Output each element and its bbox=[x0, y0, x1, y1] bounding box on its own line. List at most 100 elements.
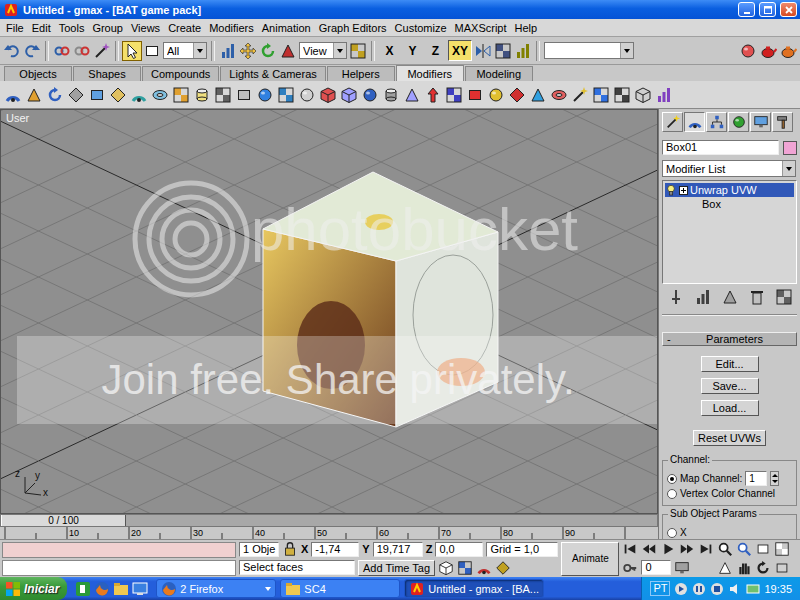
app-shortcut-icon[interactable] bbox=[75, 581, 91, 597]
edit-mesh-icon[interactable] bbox=[340, 86, 358, 104]
stack-item[interactable]: Unwrap UVW bbox=[665, 183, 794, 197]
bind-space-warp-icon[interactable] bbox=[93, 42, 111, 60]
listener-input[interactable] bbox=[2, 560, 236, 576]
tab[interactable]: Objects bbox=[4, 66, 72, 81]
bend-icon[interactable] bbox=[4, 86, 22, 104]
create-tab[interactable] bbox=[662, 112, 683, 132]
crossing-selection-icon[interactable] bbox=[438, 560, 454, 576]
tessellate-icon[interactable] bbox=[403, 86, 421, 104]
named-selection-sets-arrow[interactable] bbox=[620, 43, 633, 58]
snap-toggle-icon[interactable] bbox=[457, 560, 473, 576]
modifier-list[interactable]: Modifier List bbox=[662, 160, 796, 177]
remove-modifier-icon[interactable] bbox=[748, 288, 766, 306]
undo-icon[interactable] bbox=[3, 42, 21, 60]
radio-button[interactable] bbox=[667, 489, 677, 499]
twist-icon[interactable] bbox=[46, 86, 64, 104]
edit-patch-icon[interactable] bbox=[445, 86, 463, 104]
time-slider-track[interactable]: 0 / 100 bbox=[0, 514, 658, 527]
mesh-smooth-icon[interactable] bbox=[634, 86, 652, 104]
menu-item[interactable]: Graph Editors bbox=[315, 22, 391, 34]
menu-item[interactable]: Customize bbox=[391, 22, 451, 34]
vertex-paint-icon[interactable] bbox=[571, 86, 589, 104]
animate-button[interactable]: Animate bbox=[561, 542, 619, 576]
unlink-icon[interactable] bbox=[73, 42, 91, 60]
reference-coordinate-system[interactable]: View bbox=[299, 42, 347, 59]
viewport-label[interactable]: User bbox=[6, 112, 29, 124]
radio-option[interactable]: X bbox=[667, 525, 792, 539]
coordinate-field[interactable]: -1,74 bbox=[311, 542, 359, 557]
language-indicator[interactable]: PT bbox=[650, 581, 670, 596]
named-selection-sets[interactable] bbox=[544, 42, 634, 59]
coordinate-field[interactable]: 0,0 bbox=[435, 542, 483, 557]
user-viewport[interactable]: UseryxzphotobucketJoin free. Share priva… bbox=[0, 109, 658, 514]
smooth-icon[interactable] bbox=[298, 86, 316, 104]
select-and-link-icon[interactable] bbox=[53, 42, 71, 60]
select-and-move-icon[interactable] bbox=[239, 42, 257, 60]
menu-item[interactable]: File bbox=[2, 22, 28, 34]
uvw-xform-icon[interactable] bbox=[592, 86, 610, 104]
utilities-tab[interactable] bbox=[772, 112, 793, 132]
melt-icon[interactable] bbox=[193, 86, 211, 104]
menu-item[interactable]: Edit bbox=[28, 22, 55, 34]
region-select-icon[interactable] bbox=[143, 42, 161, 60]
noise-icon[interactable] bbox=[67, 86, 85, 104]
angle-snap-icon[interactable] bbox=[476, 560, 492, 576]
current-frame-field[interactable]: 0 bbox=[641, 560, 671, 575]
wave-icon[interactable] bbox=[130, 86, 148, 104]
start-button[interactable]: Iniciar bbox=[0, 577, 67, 600]
rollout-toggle[interactable]: - bbox=[667, 333, 677, 345]
go-to-end-icon[interactable] bbox=[698, 541, 714, 557]
zoom-all-icon[interactable] bbox=[736, 541, 752, 557]
rollout-button[interactable]: Reset UVWs bbox=[693, 430, 766, 446]
tab[interactable]: Helpers bbox=[327, 66, 395, 81]
render-icon[interactable] bbox=[759, 42, 777, 60]
rollout-button[interactable]: Load... bbox=[701, 400, 759, 416]
expand-toggle[interactable] bbox=[679, 186, 688, 195]
map-channel-spinner[interactable] bbox=[770, 471, 779, 486]
material-icon[interactable] bbox=[487, 86, 505, 104]
folder-icon[interactable] bbox=[113, 581, 129, 597]
listener-output[interactable] bbox=[2, 542, 236, 558]
spinner-down[interactable] bbox=[771, 479, 778, 486]
selection-lock-icon[interactable] bbox=[282, 541, 298, 557]
media-stop-icon[interactable] bbox=[710, 582, 724, 596]
cylindrical-map-icon[interactable] bbox=[382, 86, 400, 104]
menu-item[interactable]: Animation bbox=[258, 22, 315, 34]
skew-icon[interactable] bbox=[109, 86, 127, 104]
taskbar-button[interactable]: Untitled - gmax - [BA... bbox=[404, 579, 544, 598]
radio-option[interactable]: Map Channel:1 bbox=[667, 471, 792, 486]
utilities-icon[interactable] bbox=[775, 114, 791, 130]
material-editor-icon[interactable] bbox=[739, 42, 757, 60]
parameters-rollout-header[interactable]: -Parameters bbox=[662, 332, 797, 346]
tab[interactable]: Compounds bbox=[142, 66, 219, 81]
next-frame-icon[interactable] bbox=[679, 541, 695, 557]
hierarchy-icon[interactable] bbox=[709, 114, 725, 130]
modify-icon[interactable] bbox=[687, 114, 703, 130]
array-icon[interactable] bbox=[494, 42, 512, 60]
menu-item[interactable]: MAXScript bbox=[451, 22, 511, 34]
minimize-button[interactable] bbox=[738, 2, 755, 17]
time-slider-thumb[interactable]: 0 / 100 bbox=[1, 515, 126, 526]
lattice-icon[interactable] bbox=[172, 86, 190, 104]
rollout-button[interactable]: Save... bbox=[701, 378, 759, 394]
motion-icon[interactable] bbox=[731, 114, 747, 130]
play-icon[interactable] bbox=[660, 541, 676, 557]
redo-icon[interactable] bbox=[23, 42, 41, 60]
taskbar-button[interactable]: 2 Firefox bbox=[156, 579, 276, 598]
rollout-button[interactable]: Edit... bbox=[701, 356, 759, 372]
menu-item[interactable]: Modifiers bbox=[205, 22, 258, 34]
media-pause-icon[interactable] bbox=[692, 582, 706, 596]
pin-stack-icon[interactable] bbox=[667, 288, 685, 306]
configure-modifier-sets-icon[interactable] bbox=[775, 288, 793, 306]
create-icon[interactable] bbox=[665, 114, 681, 130]
select-and-scale-icon[interactable] bbox=[279, 42, 297, 60]
menu-item[interactable]: Tools bbox=[55, 22, 89, 34]
radio-option[interactable]: Vertex Color Channel bbox=[667, 486, 792, 501]
percent-snap-icon[interactable] bbox=[495, 560, 511, 576]
selection-filter-arrow[interactable] bbox=[193, 43, 206, 58]
select-object-icon[interactable] bbox=[123, 42, 141, 60]
affect-region-icon[interactable] bbox=[508, 86, 526, 104]
spherify-icon[interactable] bbox=[361, 86, 379, 104]
close-button[interactable] bbox=[780, 2, 797, 17]
pan-icon[interactable] bbox=[736, 560, 752, 576]
